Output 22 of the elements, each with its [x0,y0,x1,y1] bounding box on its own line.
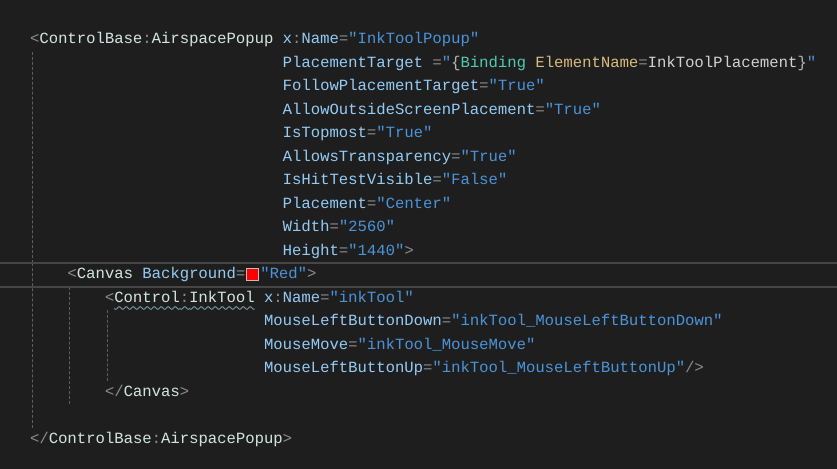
code-text: x:Name="inkTool" [264,288,414,308]
code-text: "Red"> [260,264,316,285]
code-text: AllowOutsideScreenPlacement="True" [282,100,601,120]
code-text: MouseLeftButtonUp="inkTool_MouseLeftButtonUp"/> [264,358,704,379]
code-text: Height="1440"> [282,240,414,262]
code-text: Placement="Center" [282,194,452,214]
code-text: </ControlBase:AirspacePopup> [30,428,292,450]
code-text: IsTopmost="True" [282,123,432,144]
code-text: MouseLeftButtonDown="inkTool_MouseLeftButtonDown" [264,311,722,332]
code-text: <ControlBase:AirspacePopup [30,29,274,50]
code-text: IsHitTestVisible="False" [282,170,508,191]
code-text: x:Name="InkToolPopup" [282,29,480,50]
color-swatch-icon[interactable] [246,268,260,282]
code-text: </Canvas> [104,382,190,402]
code-text: PlacementTarget ="{Binding ElementName=InkToolPlacement}" [282,52,816,74]
code-text: <Control:InkTool [104,288,255,308]
code-text: Width="2560" [282,217,395,238]
code-text: FollowPlacementTarget="True" [282,76,545,97]
code-text: AllowsTransparency="True" [282,146,517,168]
code-text: <Canvas [67,264,133,285]
code-text: Background= [142,264,246,285]
code-text: MouseMove="inkTool_MouseMove" [264,334,536,356]
